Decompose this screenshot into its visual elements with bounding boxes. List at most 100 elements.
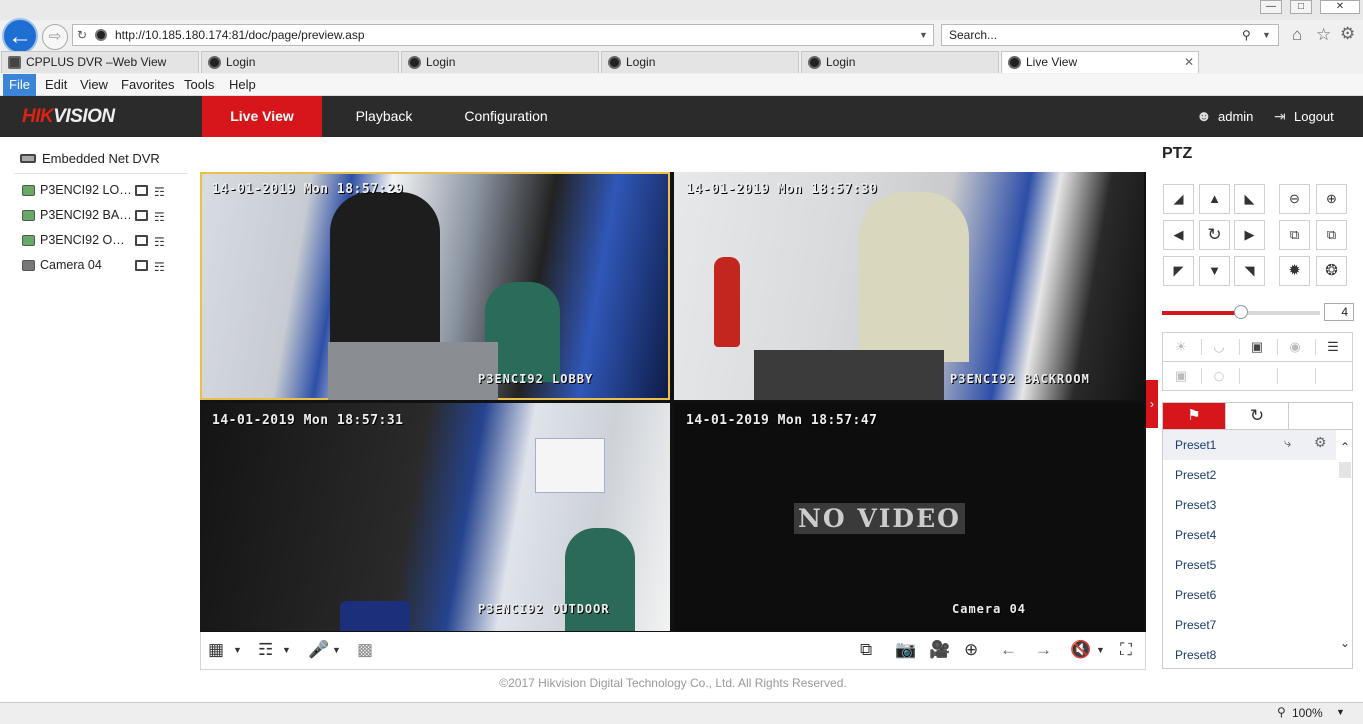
ptz-down-left-button[interactable]: ◤	[1163, 256, 1194, 286]
menu-edit[interactable]: Edit	[39, 74, 73, 96]
mic-dropdown-icon[interactable]: ▼	[332, 640, 341, 660]
volume-dropdown-icon[interactable]: ▼	[1096, 640, 1105, 660]
ptz-auto-scan-button[interactable]: ↻	[1199, 220, 1230, 250]
preset-item[interactable]: Preset5	[1175, 555, 1216, 575]
menu-view[interactable]: View	[74, 74, 114, 96]
zoom-out-icon[interactable]: ⊖	[1279, 184, 1310, 214]
preset-flag-tab[interactable]: ⚑	[1163, 403, 1225, 429]
stream-icon[interactable]: ☶	[154, 182, 165, 202]
settings-gear-icon[interactable]: ⚙	[1340, 24, 1355, 44]
collapse-ptz-handle[interactable]: ›	[1146, 380, 1158, 428]
device-tree-root[interactable]: Embedded Net DVR	[42, 151, 160, 166]
stream-dropdown-icon[interactable]: ▼	[282, 640, 291, 660]
previous-page-icon[interactable]: ←	[1000, 640, 1017, 660]
menu-favorites[interactable]: Favorites	[115, 74, 180, 96]
ptz-down-right-button[interactable]: ◥	[1234, 256, 1265, 286]
logout-link[interactable]: Logout	[1294, 96, 1334, 137]
video-tile-outdoor[interactable]: 14-01-2019 Mon 18:57:31 P3ENCI92 OUTDOOR	[200, 403, 670, 631]
start-all-preview-icon[interactable]: ⧉	[860, 640, 872, 660]
stream-icon[interactable]: ☶	[154, 232, 165, 252]
next-page-icon[interactable]: →	[1035, 640, 1052, 660]
zoom-dropdown-icon[interactable]: ▼	[1336, 707, 1345, 717]
nav-configuration[interactable]: Configuration	[450, 96, 562, 137]
volume-muted-icon[interactable]: 🔇	[1070, 640, 1091, 660]
patrol-tab[interactable]: ↻	[1225, 403, 1289, 429]
camera-item-lobby[interactable]: P3ENCI92 LOBBY ☶	[20, 180, 190, 200]
iris-open-icon[interactable]: ✹	[1279, 256, 1310, 286]
preset-item[interactable]: Preset7	[1175, 615, 1216, 635]
iris-close-icon[interactable]: ❂	[1316, 256, 1347, 286]
zoom-in-icon[interactable]: ⊕	[1316, 184, 1347, 214]
ptz-left-button[interactable]: ◀	[1163, 220, 1194, 250]
video-tile-camera-04[interactable]: 14-01-2019 Mon 18:57:47 NO VIDEO Camera …	[674, 403, 1144, 631]
stream-type-icon[interactable]: ☶	[258, 640, 273, 660]
ptz-speed-value[interactable]: 4	[1324, 303, 1354, 321]
focus-far-icon[interactable]: ⧉	[1316, 220, 1347, 250]
browser-tab-cpplus[interactable]: CPPLUS DVR –Web View	[1, 51, 199, 73]
preset-item[interactable]: Preset8	[1175, 645, 1216, 665]
microphone-icon[interactable]: 🎤	[308, 640, 329, 660]
ptz-down-button[interactable]: ▼	[1199, 256, 1230, 286]
preset-item[interactable]: Preset1	[1175, 435, 1216, 455]
stop-all-preview-icon[interactable]: ▩	[357, 640, 373, 660]
menu-tools[interactable]: Tools	[178, 74, 220, 96]
scrollbar-thumb[interactable]	[1339, 462, 1351, 478]
search-icon[interactable]: ⚲	[1242, 25, 1251, 45]
preset-item[interactable]: Preset4	[1175, 525, 1216, 545]
browser-tab-login[interactable]: Login	[401, 51, 599, 73]
search-dropdown-icon[interactable]: ▼	[1262, 25, 1271, 45]
preset-settings-gear-icon[interactable]: ⚙	[1314, 434, 1327, 451]
browser-tab-live-view[interactable]: Live View ✕	[1001, 51, 1199, 73]
scroll-up-icon[interactable]: ⌃	[1340, 440, 1350, 454]
scroll-down-icon[interactable]: ⌄	[1340, 636, 1350, 650]
ptz-speed-slider[interactable]	[1162, 305, 1320, 319]
refresh-icon[interactable]: ↻	[77, 25, 87, 45]
light-icon[interactable]: ☀	[1163, 333, 1199, 361]
fullscreen-icon[interactable]: ⛶	[1120, 640, 1132, 660]
home-icon[interactable]: ⌂	[1292, 25, 1302, 45]
logout-icon[interactable]: ⇥	[1274, 108, 1286, 125]
video-tile-backroom[interactable]: 14-01-2019 Mon 18:57:30 P3ENCI92 BACKROO…	[674, 172, 1144, 400]
browser-tab-login[interactable]: Login	[601, 51, 799, 73]
nav-live-view[interactable]: Live View	[202, 96, 322, 137]
minimize-button[interactable]: —	[1260, 0, 1282, 14]
camera-item-outdoor[interactable]: P3ENCI92 OUTDOOR ☶	[20, 230, 190, 250]
maximize-button[interactable]: □	[1290, 0, 1312, 14]
back-button[interactable]: ←	[2, 18, 38, 54]
camera-item-backroom[interactable]: P3ENCI92 BACKROOM ☶	[20, 205, 190, 225]
ptz-right-button[interactable]: ▶	[1234, 220, 1265, 250]
close-window-button[interactable]: ✕	[1320, 0, 1360, 14]
video-tile-lobby[interactable]: 14-01-2019 Mon 18:57:29 P3ENCI92 LOBBY	[200, 172, 670, 400]
search-input[interactable]: Search... ⚲ ▼	[941, 24, 1279, 46]
capture-camera-icon[interactable]: 📷	[895, 640, 916, 660]
record-icon[interactable]	[135, 185, 148, 196]
3d-positioning-icon[interactable]: ◯	[1201, 362, 1237, 390]
ptz-up-left-button[interactable]: ◢	[1163, 184, 1194, 214]
address-dropdown-icon[interactable]: ▼	[919, 25, 928, 45]
nav-playback[interactable]: Playback	[338, 96, 430, 137]
window-split-icon[interactable]: ▦	[208, 640, 224, 660]
address-bar[interactable]: ↻ http://10.185.180.174:81/doc/page/prev…	[72, 24, 934, 46]
record-icon[interactable]	[135, 260, 148, 271]
zoom-level[interactable]: 100%	[1292, 706, 1323, 720]
browser-tab-login[interactable]: Login	[801, 51, 999, 73]
digital-zoom-icon[interactable]: ⊕	[964, 640, 978, 660]
lens-init-icon[interactable]: ◉	[1277, 333, 1313, 361]
user-name[interactable]: admin	[1218, 96, 1253, 137]
browser-tab-login[interactable]: Login	[201, 51, 399, 73]
focus-near-icon[interactable]: ⧉	[1279, 220, 1310, 250]
menu-icon[interactable]: ☰	[1315, 333, 1351, 361]
preset-item[interactable]: Preset3	[1175, 495, 1216, 515]
close-tab-icon[interactable]: ✕	[1184, 52, 1194, 73]
address-url[interactable]: http://10.185.180.174:81/doc/page/previe…	[115, 25, 365, 45]
manual-tracking-icon[interactable]: ▣	[1163, 362, 1199, 390]
preset-scrollbar[interactable]: ⌃ ⌄	[1337, 430, 1352, 668]
favorites-star-icon[interactable]: ☆	[1316, 25, 1331, 45]
record-clip-icon[interactable]: 🎥	[929, 640, 950, 660]
slider-handle[interactable]	[1234, 305, 1248, 319]
ptz-up-right-button[interactable]: ◣	[1234, 184, 1265, 214]
menu-file[interactable]: File	[3, 74, 36, 96]
stream-icon[interactable]: ☶	[154, 207, 165, 227]
stream-icon[interactable]: ☶	[154, 257, 165, 277]
call-preset-icon[interactable]: ⤷	[1284, 435, 1291, 451]
